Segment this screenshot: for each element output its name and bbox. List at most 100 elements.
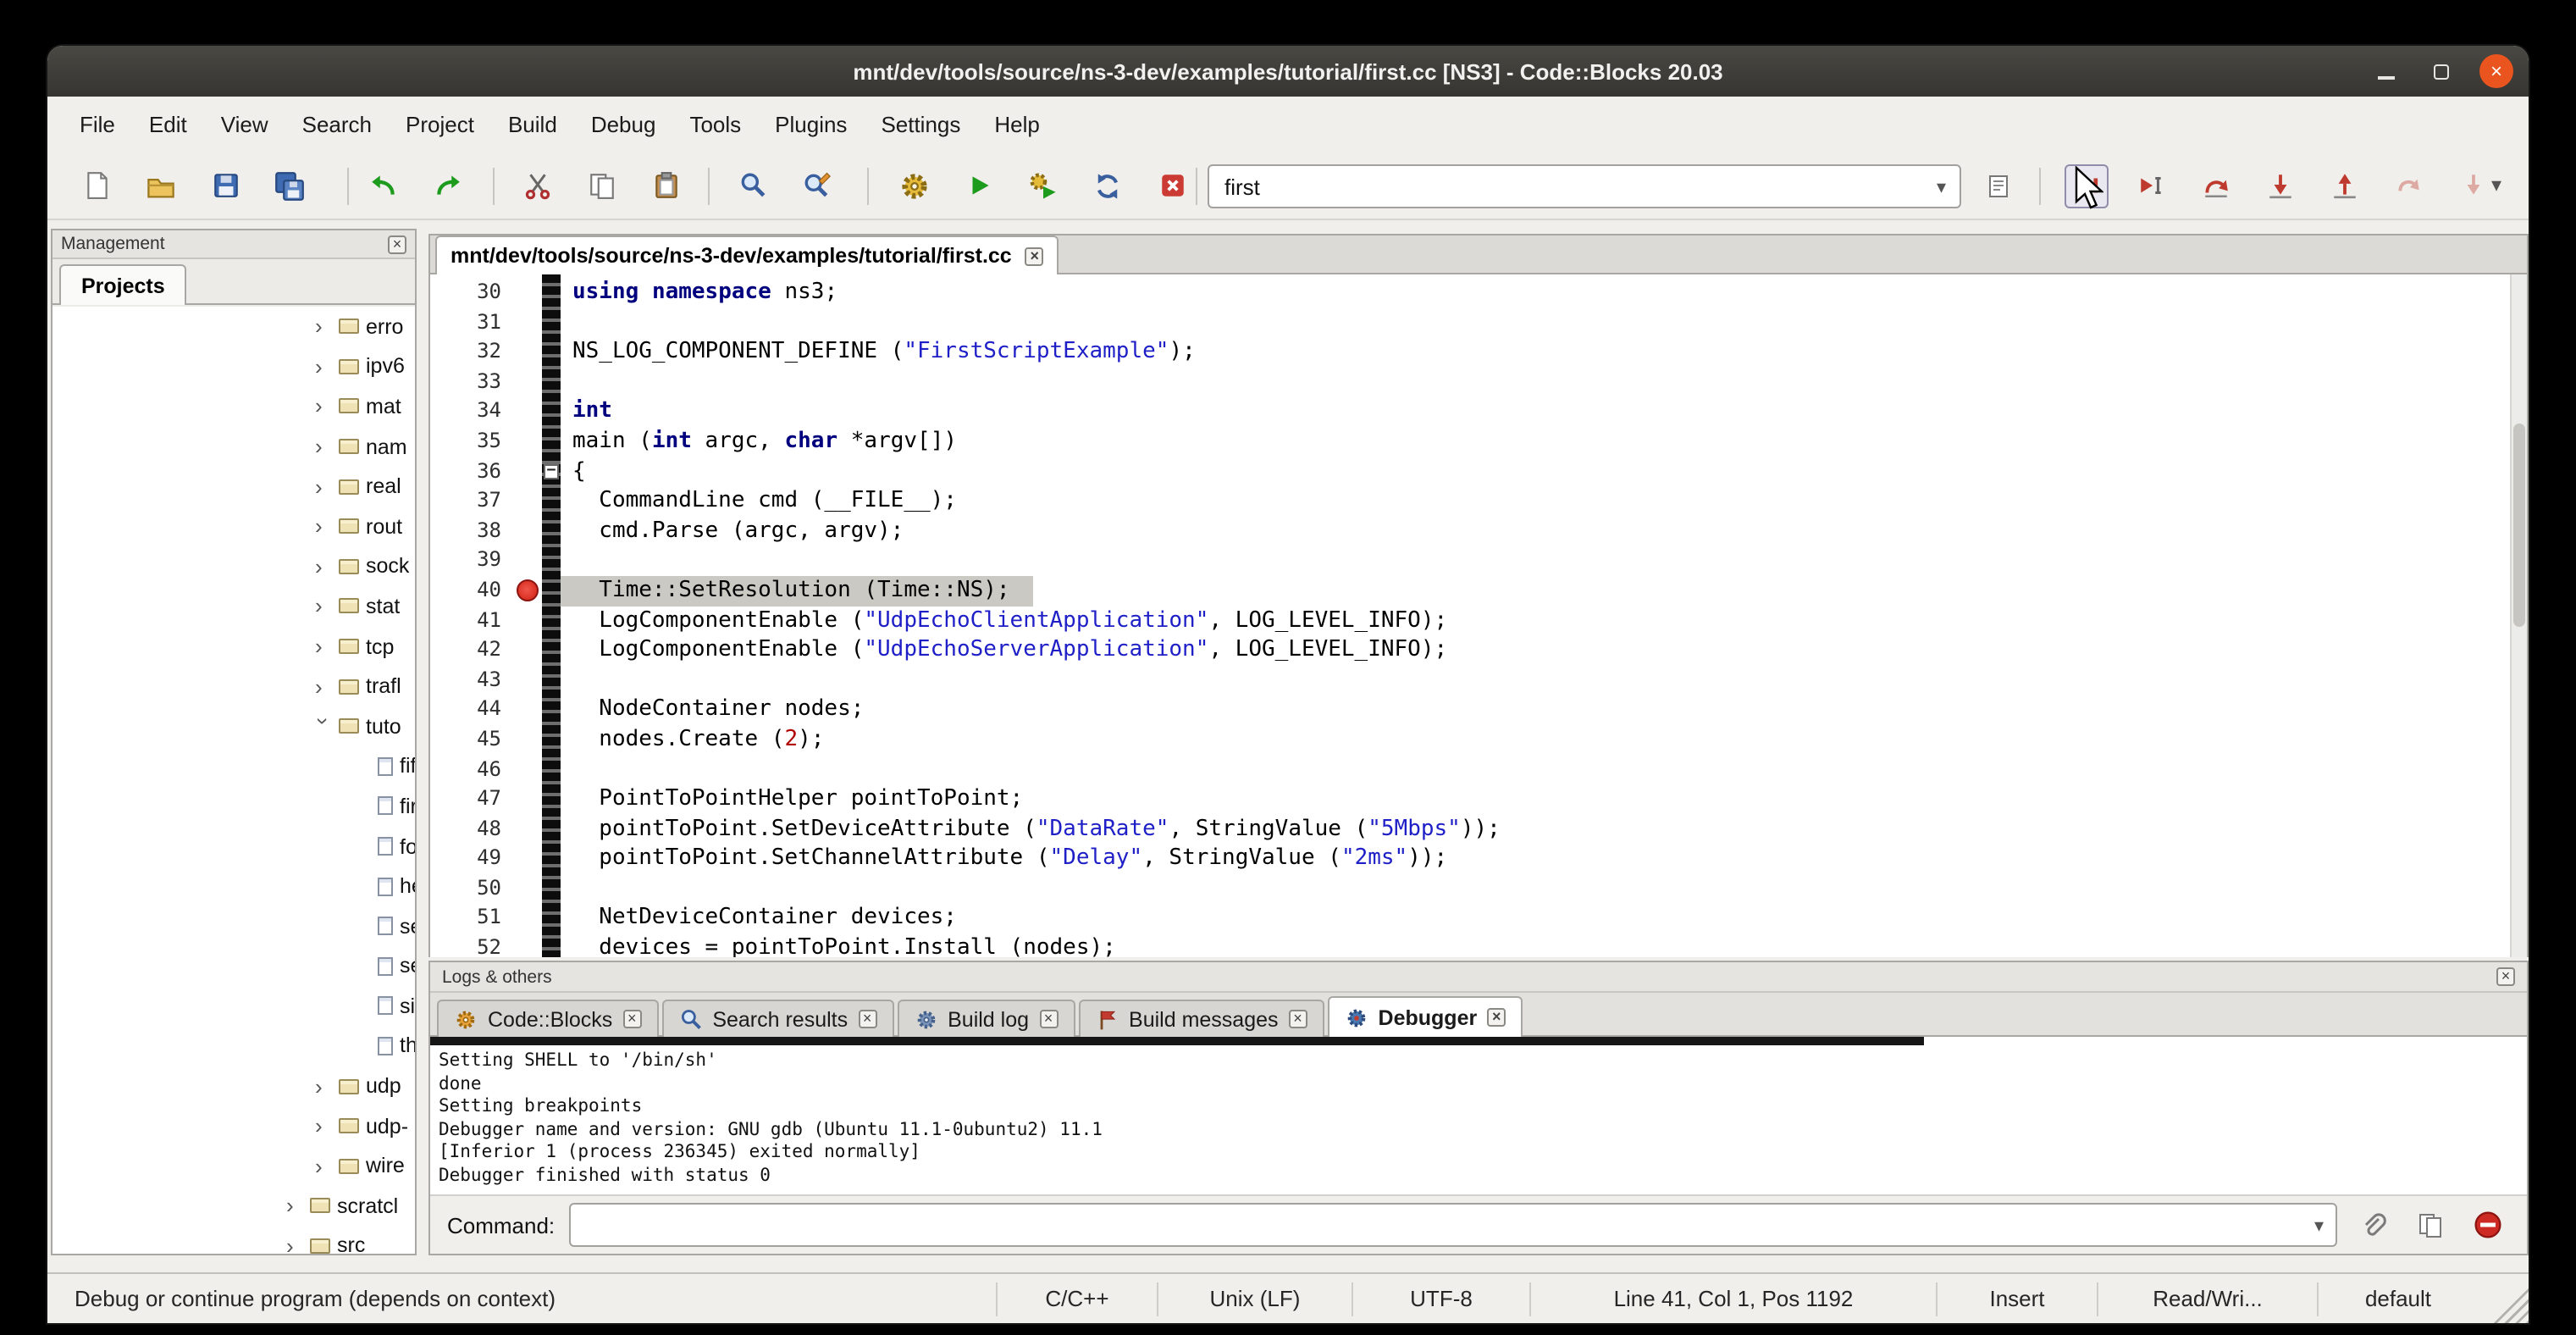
toolbar-overflow-button[interactable]: ▾ [2474,163,2518,207]
fold-margin-cell[interactable] [542,337,561,367]
tree-item[interactable]: ›trafl [53,667,415,706]
tree-item[interactable]: ›tuto [53,706,415,746]
code-line[interactable]: 46 [430,755,2527,784]
line-number[interactable]: 35 [430,427,515,457]
tree-item[interactable]: fif [53,746,415,786]
code-line[interactable]: 47 PointToPointHelper pointToPoint; [430,784,2527,814]
step-into-button[interactable] [2258,163,2302,208]
chevron-down-icon[interactable]: › [312,717,334,734]
fold-margin-cell[interactable] [542,695,561,725]
line-number[interactable]: 37 [430,486,515,516]
breakpoint-margin[interactable] [515,904,542,933]
breakpoint-margin[interactable] [515,427,542,457]
run-button[interactable] [957,163,1001,208]
code-line[interactable]: 49 pointToPoint.SetChannelAttribute ("De… [430,845,2527,874]
fold-margin-cell[interactable] [542,904,561,933]
editor-tab-close-button[interactable]: × [1025,247,1044,265]
next-instruction-button[interactable] [2386,163,2430,208]
code-line[interactable]: 48 pointToPoint.SetDeviceAttribute ("Dat… [430,814,2527,844]
command-combo-chevron-down-icon[interactable]: ▾ [2314,1215,2324,1237]
fold-margin-cell[interactable] [542,933,561,957]
line-number[interactable]: 40 [430,576,515,606]
breakpoint-margin[interactable] [515,457,542,486]
line-number[interactable]: 33 [430,368,515,397]
tab-close-icon[interactable]: × [858,1010,876,1028]
fold-margin-cell[interactable] [542,368,561,397]
chevron-right-icon[interactable]: › [315,516,332,538]
tab-search-results[interactable]: Search results × [661,1000,893,1037]
debugger-log-output[interactable]: Setting SHELL to '/bin/sh'doneSetting br… [430,1037,2527,1194]
tree-item[interactable]: fir [53,786,415,826]
tree-item[interactable]: fo [53,826,415,866]
line-number[interactable]: 50 [430,874,515,904]
breakpoint-margin[interactable] [515,933,542,957]
tab-build-messages[interactable]: Build messages × [1078,1000,1324,1037]
chevron-right-icon[interactable]: › [286,1235,303,1254]
menu-item-settings[interactable]: Settings [865,103,976,146]
line-number[interactable]: 44 [430,695,515,725]
fold-margin-cell[interactable] [542,665,561,695]
code-line[interactable]: 51 NetDeviceContainer devices; [430,904,2527,933]
stop-debugger-button[interactable] [2466,1203,2510,1247]
minimize-button[interactable] [2369,54,2403,88]
fold-margin-cell[interactable] [542,755,561,784]
breakpoint-margin[interactable] [515,695,542,725]
tree-item[interactable]: ›udp- [53,1106,415,1146]
chevron-right-icon[interactable]: › [315,1155,332,1177]
rebuild-button[interactable] [1086,163,1130,208]
breakpoint-margin[interactable] [515,307,542,337]
code-line[interactable]: 50 [430,874,2527,904]
tree-item[interactable]: ›sock [53,546,415,586]
fold-margin-cell[interactable] [542,517,561,546]
breakpoint-margin[interactable] [515,546,542,576]
tree-item[interactable]: ›src [53,1226,415,1254]
breakpoint-margin[interactable] [515,874,542,904]
breakpoint-margin[interactable] [515,278,542,307]
line-number[interactable]: 51 [430,904,515,933]
save-button[interactable] [203,163,247,208]
chevron-right-icon[interactable]: › [315,1075,332,1097]
tab-debugger[interactable]: Debugger × [1328,996,1523,1037]
tree-item[interactable]: ›rout [53,507,415,546]
run-to-cursor-button[interactable] [2129,163,2173,208]
code-line[interactable]: 40 Time::SetResolution (Time::NS); [430,576,2527,606]
breakpoint-margin[interactable] [515,486,542,516]
chevron-right-icon[interactable]: › [315,396,332,418]
menu-item-build[interactable]: Build [493,103,572,146]
copy-button[interactable] [579,163,623,208]
attach-file-button[interactable] [2351,1203,2395,1247]
save-all-button[interactable] [268,163,312,208]
code-line[interactable]: 37 CommandLine cmd (__FILE__); [430,486,2527,516]
tree-item[interactable]: ›real [53,467,415,507]
chevron-right-icon[interactable]: › [315,1115,332,1137]
fold-margin-cell[interactable] [542,486,561,516]
code-line[interactable]: 44 NodeContainer nodes; [430,695,2527,725]
line-number[interactable]: 45 [430,725,515,755]
open-file-button[interactable] [139,163,183,208]
paste-button[interactable] [644,163,688,208]
menu-item-edit[interactable]: Edit [134,103,202,146]
breakpoint-icon[interactable] [517,579,539,601]
management-close-button[interactable]: × [388,235,406,253]
chevron-right-icon[interactable]: › [286,1195,303,1217]
fold-marker-icon[interactable]: − [544,463,559,479]
menu-item-file[interactable]: File [64,103,130,146]
line-number[interactable]: 49 [430,845,515,874]
breakpoint-margin[interactable] [515,845,542,874]
redo-button[interactable] [425,163,469,208]
fold-margin-cell[interactable] [542,845,561,874]
menu-item-tools[interactable]: Tools [674,103,756,146]
tree-item[interactable]: si [53,986,415,1026]
code-line[interactable]: 39 [430,546,2527,576]
tab-close-icon[interactable]: × [1487,1008,1506,1027]
tree-item[interactable]: ›mat [53,386,415,426]
line-number[interactable]: 41 [430,606,515,635]
fold-margin-cell[interactable] [542,278,561,307]
project-tree[interactable]: ›erro›ipv6›mat›nam›real›rout›sock›stat›t… [53,307,415,1254]
fold-margin-cell[interactable] [542,814,561,844]
tab-codeblocks-log[interactable]: Code::Blocks × [437,1000,658,1037]
breakpoint-margin[interactable] [515,725,542,755]
maximize-button[interactable] [2424,54,2457,88]
breakpoint-margin[interactable] [515,576,542,606]
combo-chevron-down-icon[interactable]: ▾ [1937,175,1946,197]
